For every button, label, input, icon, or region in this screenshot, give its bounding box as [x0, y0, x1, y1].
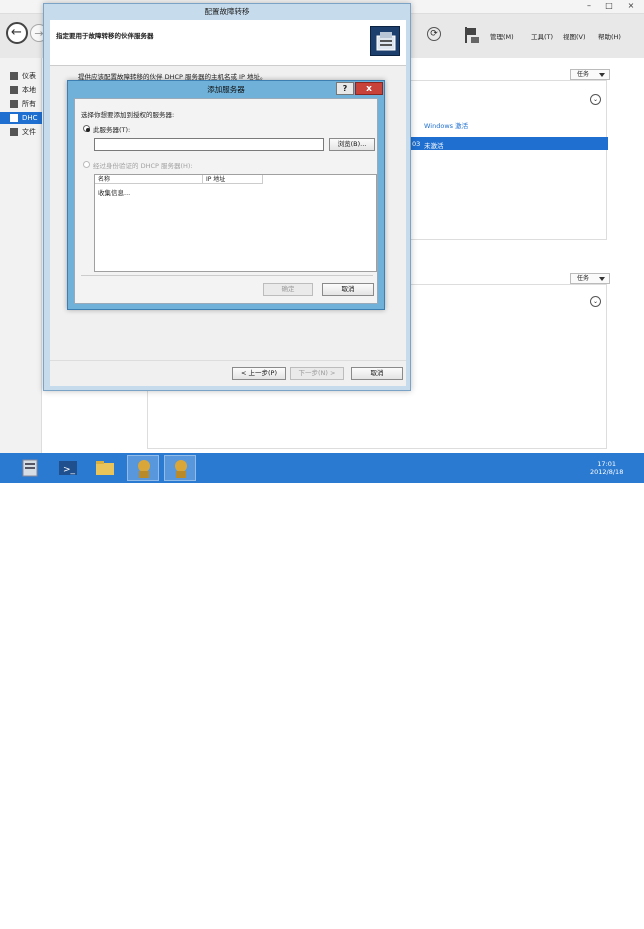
activation-status: 未激活 [424, 142, 444, 150]
this-server-radio[interactable] [83, 125, 90, 132]
expand-icon[interactable]: ⌄ [590, 94, 601, 105]
powershell-taskbar-icon[interactable]: >_ [52, 455, 84, 481]
sidebar-item-all[interactable]: 所有 [0, 98, 42, 110]
menu-tools[interactable]: 工具(T) [531, 31, 553, 41]
menu-manage[interactable]: 管理(M) [490, 31, 514, 41]
wizard-title: 配置故障转移 [204, 7, 250, 16]
row-ip-fragment: 03 [412, 140, 421, 148]
taskbar: >_ [0, 453, 644, 925]
ok-button[interactable]: 确定 [263, 283, 313, 296]
maximize-button[interactable]: □ [600, 1, 618, 12]
files-icon [10, 128, 18, 136]
selected-server-row[interactable]: 03 未激活 [408, 137, 608, 150]
clock-time: 17:01 [597, 460, 617, 468]
back-wizard-button[interactable]: < 上一步(P) [232, 367, 286, 380]
help-button[interactable]: ? [336, 82, 354, 95]
authorized-servers-radio[interactable] [83, 161, 90, 168]
windows-activation-header: Windows 激活 [424, 122, 469, 130]
file-explorer-taskbar-icon[interactable] [89, 455, 121, 481]
taskbar-clock[interactable]: 17:01 2012/8/18 [590, 460, 623, 476]
sidebar-item-dhcp[interactable]: DHC [0, 112, 42, 124]
dashboard-icon [10, 72, 18, 80]
server-icon [10, 86, 18, 94]
menu-help[interactable]: 帮助(H) [598, 31, 621, 41]
dhcp-server-icon [370, 26, 400, 56]
svg-text:>_: >_ [63, 465, 76, 475]
dialog-body: 选择你想要添加到授权的服务器: 此服务器(T): 浏览(B)... 经过身份验证… [74, 98, 378, 304]
add-server-dialog: 添加服务器 ? x 选择你想要添加到授权的服务器: 此服务器(T): 浏览(B)… [67, 80, 385, 310]
next-wizard-button[interactable]: 下一步(N) > [290, 367, 344, 380]
expand-icon-2[interactable]: ⌄ [590, 296, 601, 307]
dialog-prompt: 选择你想要添加到授权的服务器: [81, 111, 175, 119]
tasks-dropdown[interactable]: 任务 [570, 69, 610, 80]
chevron-down-icon [599, 73, 605, 77]
chevron-down-icon [599, 277, 605, 281]
cancel-wizard-button[interactable]: 取消 [351, 367, 403, 380]
dhcp-wizard-taskbar-icon[interactable] [164, 455, 196, 481]
close-dialog-button[interactable]: x [355, 82, 383, 95]
server-name-input[interactable] [94, 138, 324, 151]
sidebar-item-local[interactable]: 本地 [0, 84, 42, 96]
clock-date: 2012/8/18 [590, 468, 624, 476]
wizard-header: 指定要用于故障转移的伙伴服务器 [50, 20, 406, 66]
minimize-button[interactable]: – [580, 1, 598, 12]
servers-icon [10, 100, 18, 108]
sidebar-item-files[interactable]: 文件 [0, 126, 42, 138]
server-manager-taskbar-icon[interactable] [14, 455, 46, 481]
authorized-servers-label: 经过身份验证的 DHCP 服务器(H): [93, 162, 193, 170]
cancel-dialog-button[interactable]: 取消 [322, 283, 374, 296]
back-button[interactable]: ← [6, 22, 28, 44]
this-server-label: 此服务器(T): [93, 126, 131, 134]
column-header-ip[interactable]: IP 地址 [203, 175, 263, 184]
tasks-dropdown-2[interactable]: 任务 [570, 273, 610, 284]
authorized-servers-list[interactable]: 名称 IP 地址 收集信息... [94, 174, 377, 272]
back-arrow-icon: ← [11, 25, 22, 40]
close-window-button[interactable]: × [622, 1, 640, 12]
notifications-flag-icon[interactable] [463, 25, 481, 45]
wizard-heading: 指定要用于故障转移的伙伴服务器 [56, 32, 154, 40]
dialog-divider [81, 275, 373, 276]
sidebar-item-dashboard[interactable]: 仪表 [0, 70, 42, 82]
browse-button[interactable]: 浏览(B)... [329, 138, 375, 151]
column-header-name[interactable]: 名称 [95, 175, 203, 184]
system-tray[interactable] [524, 915, 584, 927]
list-status-text: 收集信息... [98, 189, 131, 197]
dhcp-console-taskbar-icon[interactable] [127, 455, 159, 481]
dhcp-icon [10, 114, 18, 122]
wizard-footer: < 上一步(P) 下一步(N) > 取消 [50, 360, 406, 386]
refresh-icon[interactable]: ⟳ [427, 27, 441, 41]
menu-view[interactable]: 视图(V) [563, 31, 586, 41]
server-manager-sidebar: 仪表 本地 所有 DHC 文件 [0, 58, 42, 453]
